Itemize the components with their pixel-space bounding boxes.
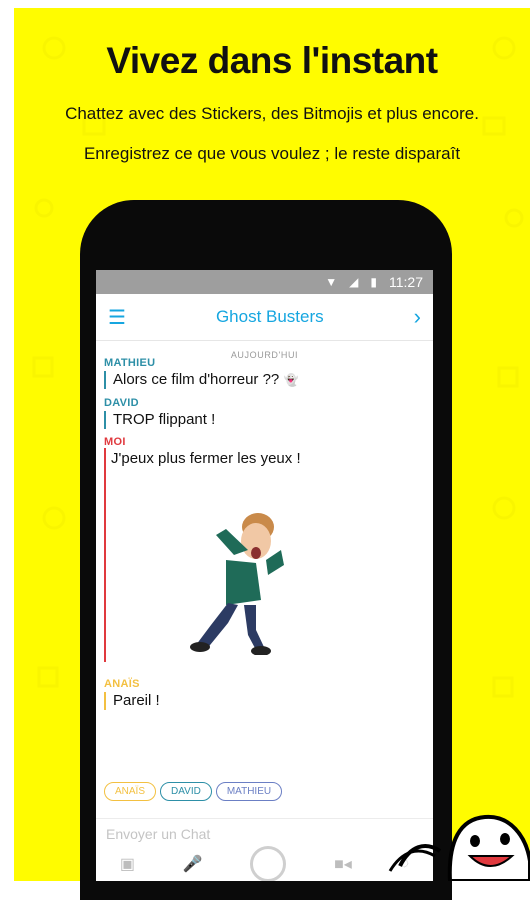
message-mathieu: MATHIEU Alors ce film d'horreur ?? 👻 [104, 357, 298, 389]
subheadline-2: Enregistrez ce que vous voulez ; le rest… [83, 144, 461, 163]
message-text: Alors ce film d'horreur ?? 👻 [104, 371, 298, 389]
message-moi: MOI J'peux plus fermer les yeux ! [104, 436, 301, 468]
message-text: J'peux plus fermer les yeux ! [111, 450, 301, 467]
participant-pill-mathieu[interactable]: MATHIEU [215, 782, 283, 801]
sender-name: DAVID [104, 397, 139, 409]
message-david: DAVID TROP flippant ! [104, 397, 215, 429]
participant-pill-anais[interactable]: ANAÏS [104, 782, 157, 801]
status-bar: ▼ ◢ ▮ 11:27 [96, 270, 433, 294]
chat-title: Ghost Busters [215, 307, 324, 326]
message-text: Pareil ! [104, 692, 160, 710]
chat-header: ☰ Ghost Busters › [96, 294, 433, 341]
subheadline-1: Chattez avec des Stickers, des Bitmojis … [65, 104, 479, 123]
menu-icon[interactable]: ☰ [108, 305, 126, 330]
battery-icon: ▮ [370, 275, 377, 289]
chevron-right-icon[interactable]: › [414, 304, 421, 330]
message-anais: ANAÏS Pareil ! [104, 678, 160, 710]
sender-name: ANAÏS [104, 678, 140, 690]
video-icon[interactable]: ■◂ [334, 854, 352, 874]
capture-button[interactable] [250, 846, 287, 881]
signal-icon: ◢ [349, 275, 359, 289]
status-time: 11:27 [389, 274, 423, 290]
microphone-icon[interactable]: 🎤 [183, 854, 203, 874]
message-text: TROP flippant ! [104, 411, 215, 429]
wifi-icon: ▼ [325, 275, 338, 289]
image-icon[interactable]: ▣ [120, 854, 135, 874]
chat-input-placeholder: Envoyer un Chat [106, 826, 211, 842]
sender-name: MOI [104, 436, 126, 448]
sender-name: MATHIEU [104, 357, 156, 369]
bitmoji-sticker[interactable] [156, 505, 296, 655]
ghost-mascot-icon [388, 814, 530, 881]
phone-screen: ▼ ◢ ▮ 11:27 ☰ Ghost Busters › AUJOURD'HU… [96, 270, 433, 881]
message-thread-line [104, 448, 106, 662]
ghost-emoji-icon: 👻 [283, 373, 299, 387]
participant-pills: ANAÏS DAVID MATHIEU [104, 782, 283, 801]
headline: Vivez dans l'instant [106, 40, 438, 81]
participant-pill-david[interactable]: DAVID [160, 782, 212, 801]
